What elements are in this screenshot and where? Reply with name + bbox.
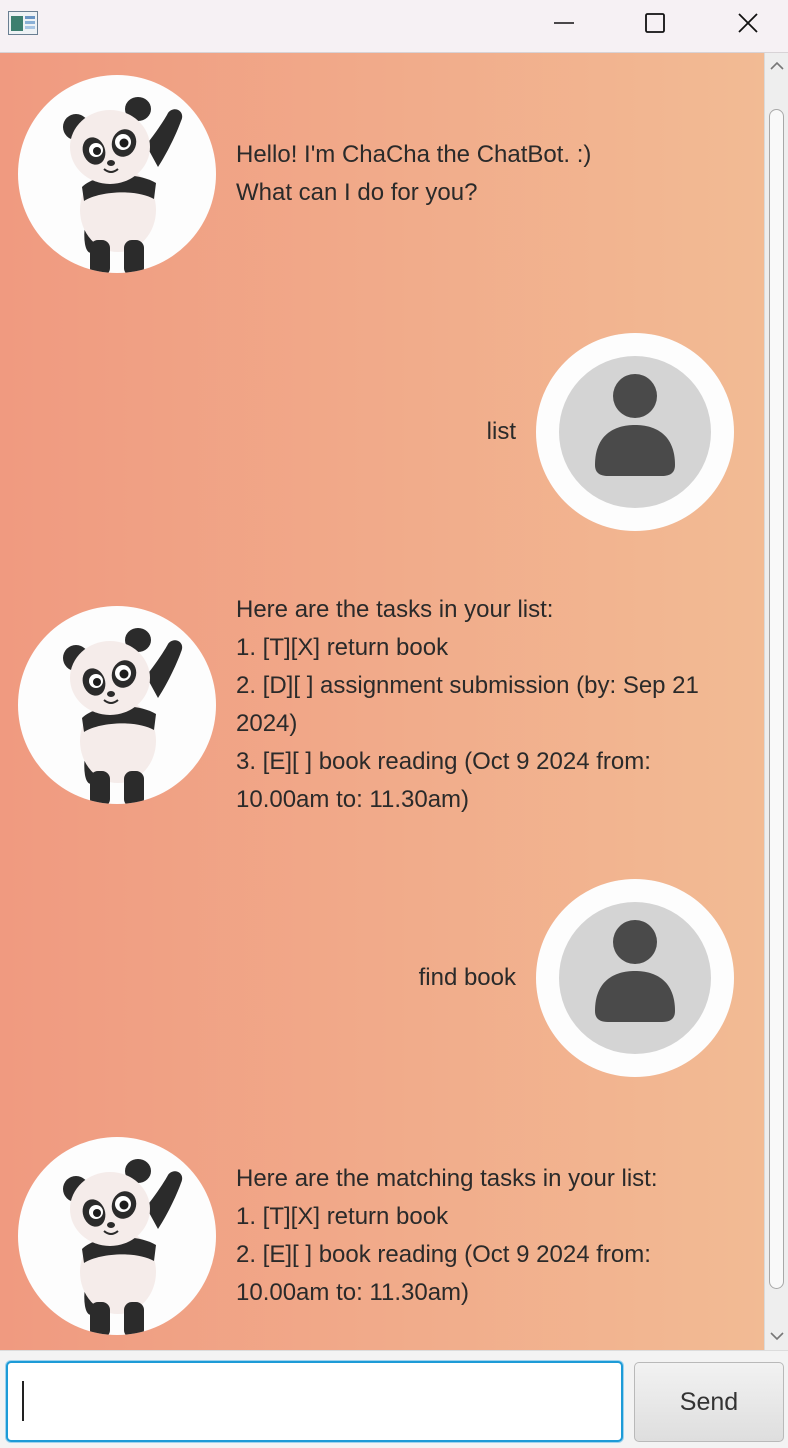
message-line: 1. [T][X] return book — [236, 634, 449, 661]
message-line: Here are the tasks in your list: — [236, 596, 554, 623]
maximize-icon — [645, 13, 665, 33]
scroll-up-arrow-icon[interactable] — [769, 59, 785, 73]
maximize-button[interactable] — [625, 0, 685, 46]
message-line: 10.00am to: 11.30am) — [236, 1279, 470, 1306]
user-message: list — [487, 413, 516, 451]
bot-message: Here are the tasks in your list: 1. [T][… — [236, 591, 699, 819]
message-line: 2. [E][ ] book reading (Oct 9 2024 from: — [236, 1241, 651, 1268]
message-line: list — [486, 418, 516, 445]
message-line: 2. [D][ ] assignment submission (by: Sep… — [236, 672, 699, 699]
message-line: 10.00am to: 11.30am) — [236, 786, 470, 813]
bot-message: Hello! I'm ChaCha the ChatBot. :) What c… — [236, 136, 591, 212]
title-bar — [0, 0, 788, 53]
vertical-scrollbar[interactable] — [764, 53, 788, 1350]
minimize-button[interactable] — [534, 0, 594, 46]
minimize-icon — [554, 22, 574, 24]
user-message: find book — [419, 959, 516, 997]
app-icon — [8, 11, 38, 35]
message-line: Hello! I'm ChaCha the ChatBot. :) — [236, 141, 592, 168]
scroll-down-arrow-icon[interactable] — [769, 1329, 785, 1343]
input-bar: Send — [0, 1350, 788, 1448]
message-line: 1. [T][X] return book — [236, 1203, 449, 1230]
scrollbar-thumb[interactable] — [769, 109, 784, 1289]
close-button[interactable] — [718, 0, 778, 46]
panda-avatar-icon — [18, 1137, 216, 1335]
chat-scroll-pane: Hello! I'm ChaCha the ChatBot. :) What c… — [0, 53, 764, 1350]
user-avatar-icon — [536, 333, 734, 531]
message-line: find book — [418, 964, 516, 991]
message-line: What can I do for you? — [236, 179, 478, 206]
close-icon — [738, 13, 758, 33]
message-input[interactable] — [6, 1361, 623, 1442]
user-avatar-icon — [536, 879, 734, 1077]
bot-message: Here are the matching tasks in your list… — [236, 1160, 658, 1312]
panda-avatar-icon — [18, 606, 216, 804]
message-line: 3. [E][ ] book reading (Oct 9 2024 from: — [236, 748, 651, 775]
message-line: Here are the matching tasks in your list… — [236, 1165, 658, 1192]
text-caret — [22, 1381, 24, 1421]
send-button[interactable]: Send — [634, 1362, 784, 1442]
panda-avatar-icon — [18, 75, 216, 273]
message-line: 2024) — [236, 710, 298, 737]
